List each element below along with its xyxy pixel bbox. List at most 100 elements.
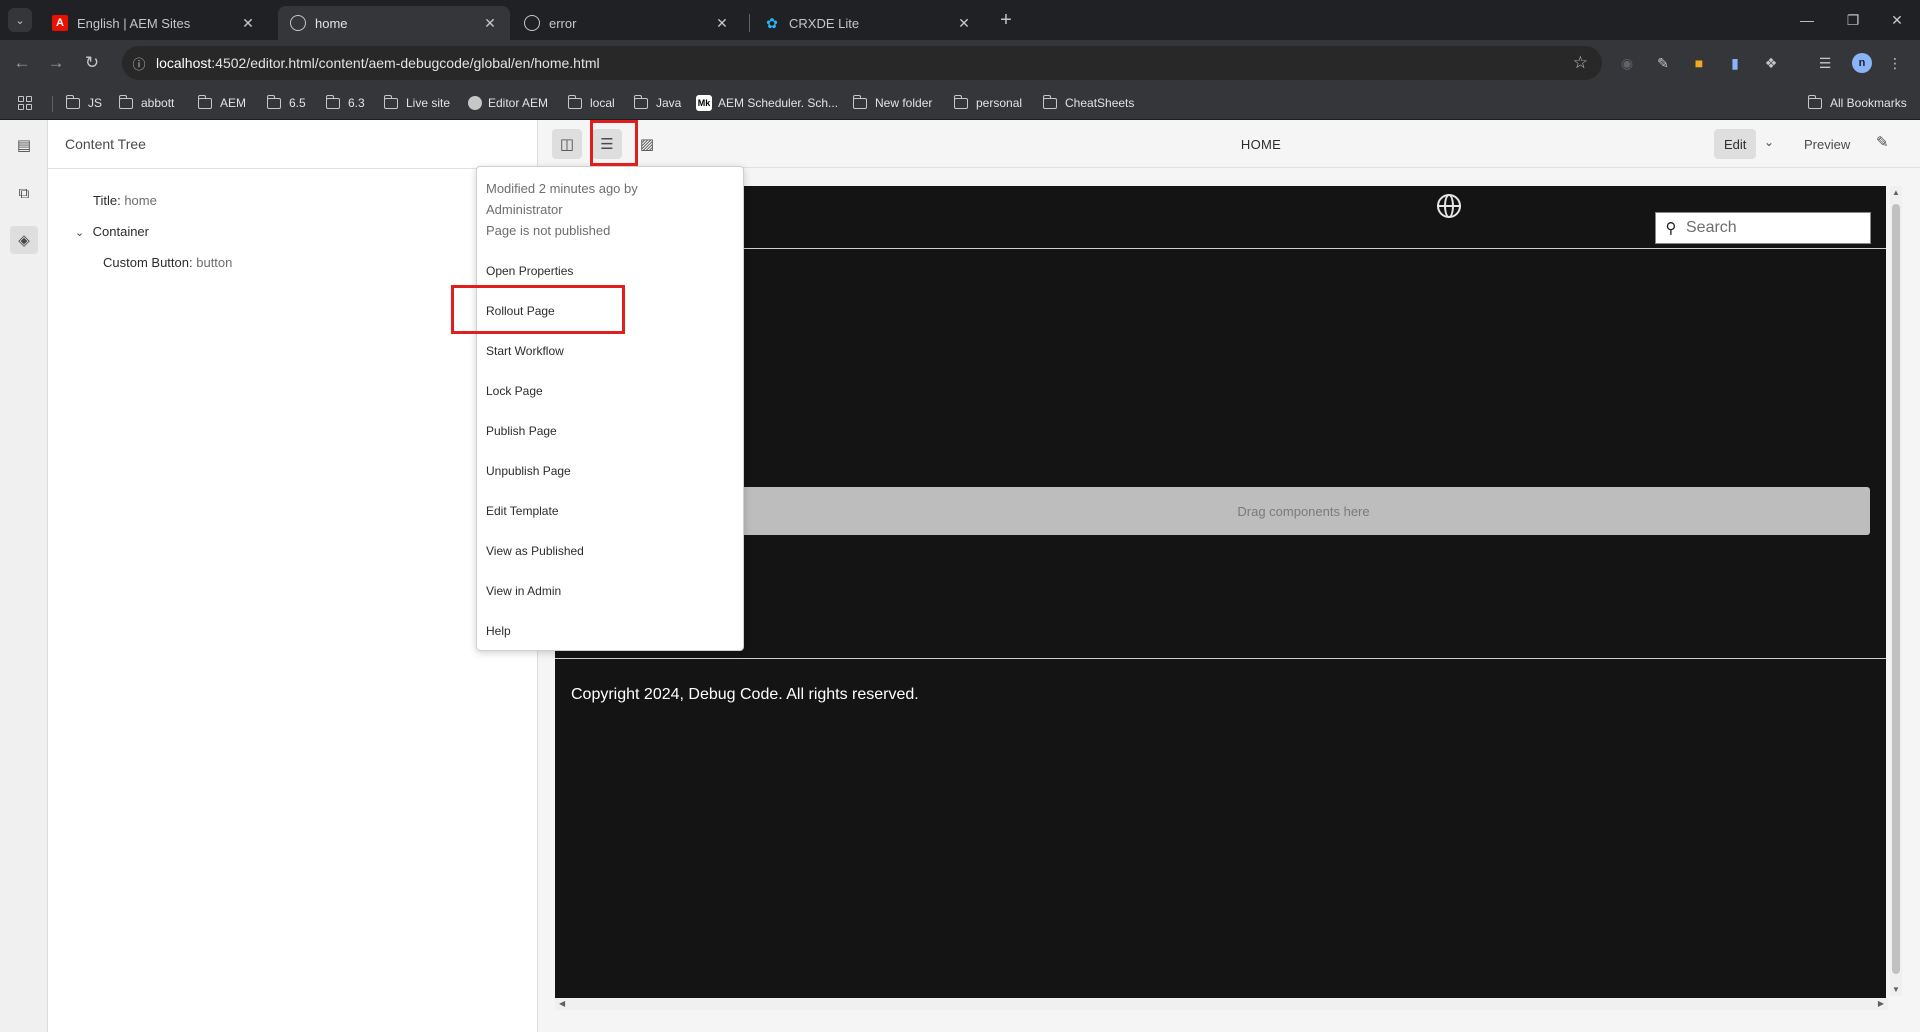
close-icon[interactable]: ✕ — [956, 15, 972, 32]
folder-icon — [266, 94, 281, 109]
components-icon[interactable]: ⧉ — [10, 179, 38, 207]
extension-doc-icon[interactable]: ▮ — [1725, 53, 1745, 73]
minimize-button[interactable]: — — [1784, 0, 1830, 40]
bookmark-folder-personal[interactable]: personal — [953, 93, 1023, 113]
canvas-vertical-scrollbar[interactable]: ▲ ▼ — [1890, 186, 1902, 996]
panel-title: Content Tree — [65, 136, 146, 152]
all-bookmarks[interactable]: All Bookmarks — [1807, 93, 1907, 113]
tree-value: button — [196, 255, 233, 270]
address-bar[interactable]: ⓘ localhost:4502/editor.html/content/aem… — [122, 46, 1602, 80]
menu-item-start-workflow[interactable]: Start Workflow — [486, 344, 564, 358]
tree-item-container[interactable]: ⌄ Container — [75, 224, 149, 239]
extension-badge-icon[interactable]: ■ — [1689, 53, 1709, 73]
bookmark-folder-new-folder[interactable]: New folder — [852, 93, 932, 113]
folder-icon — [65, 94, 80, 109]
profile-avatar[interactable]: n — [1852, 53, 1872, 73]
menu-item-open-properties[interactable]: Open Properties — [486, 264, 573, 278]
bookmark-folder-live-site[interactable]: Live site — [383, 93, 450, 113]
content-tree-icon[interactable]: ◈ — [10, 226, 38, 254]
chevron-down-icon[interactable]: ⌄ — [75, 226, 89, 239]
bookmark-star-icon[interactable]: ☆ — [1573, 53, 1588, 73]
bookmark-folder-local[interactable]: local — [567, 93, 615, 113]
more-menu-icon[interactable]: ⋮ — [1885, 53, 1905, 73]
tab-search-button[interactable]: ⌄ — [8, 8, 32, 32]
editor-toolbar: ◫ ☰ ▨ HOME Edit ⌄ Preview ✎ — [538, 120, 1920, 168]
bookmark-folder-cheatsheets[interactable]: CheatSheets — [1042, 93, 1135, 113]
globe-icon[interactable] — [1437, 194, 1461, 218]
eyedropper-icon[interactable]: ✎ — [1653, 53, 1673, 73]
edit-mode-button[interactable]: Edit — [1714, 129, 1757, 159]
menu-item-view-in-admin[interactable]: View in Admin — [486, 584, 561, 598]
assets-icon[interactable]: ▤ — [10, 131, 38, 159]
close-icon[interactable]: ✕ — [714, 15, 730, 32]
bookmark-folder-65[interactable]: 6.5 — [266, 93, 306, 113]
menu-item-unpublish-page[interactable]: Unpublish Page — [486, 464, 571, 478]
media-controls-icon[interactable]: ☰ — [1815, 53, 1835, 73]
scroll-right-icon[interactable]: ▶ — [1878, 999, 1884, 1008]
globe-icon — [290, 15, 306, 31]
bookmark-folder-abbott[interactable]: abbott — [118, 93, 174, 113]
mk-icon: Mk — [696, 95, 712, 111]
bookmark-editor-aem[interactable]: Editor AEM — [468, 93, 548, 113]
tab-aem-sites[interactable]: A English | AEM Sites ✕ — [40, 6, 268, 40]
canvas-horizontal-scrollbar[interactable]: ◀ ▶ — [555, 998, 1888, 1010]
bookmark-folder-java[interactable]: Java — [633, 93, 682, 113]
scroll-up-icon[interactable]: ▲ — [1891, 188, 1901, 197]
tab-error[interactable]: error ✕ — [512, 6, 742, 40]
bookmark-folder-63[interactable]: 6.3 — [325, 93, 365, 113]
site-info-icon[interactable]: ⓘ — [122, 54, 156, 73]
tab-home[interactable]: home ✕ — [278, 6, 510, 40]
menu-item-publish-page[interactable]: Publish Page — [486, 424, 557, 438]
forward-button[interactable]: → — [42, 49, 70, 77]
bookmark-label: Java — [656, 96, 682, 110]
bookmark-label: All Bookmarks — [1830, 96, 1907, 110]
menu-item-help[interactable]: Help — [486, 624, 511, 638]
tab-title: home — [315, 15, 348, 31]
bookmark-label: Editor AEM — [488, 96, 549, 110]
scroll-left-icon[interactable]: ◀ — [559, 999, 565, 1008]
menu-item-lock-page[interactable]: Lock Page — [486, 384, 543, 398]
tree-item-custom-button[interactable]: Custom Button: button — [103, 255, 232, 270]
folder-icon — [325, 94, 340, 109]
scrollbar-thumb[interactable] — [1892, 204, 1900, 974]
back-button[interactable]: ← — [8, 49, 36, 77]
bookmark-folder-aem[interactable]: AEM — [197, 93, 247, 113]
publish-status: Page is not published — [486, 223, 611, 238]
tab-crxde[interactable]: ✿ CRXDE Lite ✕ — [752, 6, 984, 40]
bookmark-aem-scheduler[interactable]: Mk AEM Scheduler. Sch... — [696, 93, 838, 113]
tree-item-page-title[interactable]: Title: home — [93, 193, 157, 208]
folder-icon — [1807, 94, 1822, 109]
panel-divider — [48, 168, 538, 169]
close-icon[interactable]: ✕ — [482, 15, 498, 32]
menu-item-view-as-published[interactable]: View as Published — [486, 544, 584, 558]
toggle-side-panel-icon[interactable]: ◫ — [552, 129, 582, 159]
drag-components-placeholder[interactable]: Drag components here — [737, 487, 1870, 535]
reload-button[interactable]: ↻ — [78, 49, 106, 77]
page-information-menu: Modified 2 minutes ago by Administrator … — [476, 166, 744, 651]
scroll-down-icon[interactable]: ▼ — [1891, 985, 1901, 994]
bookmark-label: CheatSheets — [1065, 96, 1135, 110]
chevron-down-icon[interactable]: ⌄ — [1764, 135, 1774, 149]
globe-icon — [468, 96, 482, 110]
bookmark-label: personal — [976, 96, 1023, 110]
bookmarks-bar: JS abbott AEM 6.5 6.3 Live site Editor A… — [0, 86, 1920, 120]
bookmark-label: 6.3 — [348, 96, 365, 110]
close-window-button[interactable]: ✕ — [1874, 0, 1920, 40]
bookmark-label: AEM — [220, 96, 247, 110]
bookmark-folder-js[interactable]: JS — [65, 93, 102, 113]
annotations-icon[interactable]: ✎ — [1876, 133, 1889, 151]
restore-button[interactable]: ❐ — [1830, 0, 1876, 40]
preview-button[interactable]: Preview — [1804, 137, 1850, 152]
extensions-puzzle-icon[interactable]: ❖ — [1761, 53, 1781, 73]
close-icon[interactable]: ✕ — [240, 15, 256, 32]
folder-icon — [567, 94, 582, 109]
content-tree-panel: Content Tree Title: home ⌄ Container Cus… — [48, 120, 538, 1032]
author-text: Administrator — [486, 202, 563, 217]
new-tab-button[interactable]: + — [994, 8, 1018, 32]
crx-icon: ✿ — [766, 14, 778, 31]
apps-grid-icon[interactable] — [18, 96, 32, 110]
menu-item-edit-template[interactable]: Edit Template — [486, 504, 559, 518]
extension-icon[interactable]: ◉ — [1617, 53, 1637, 73]
search-input[interactable]: ⚲ Search — [1655, 212, 1871, 244]
browser-tab-bar: ⌄ A English | AEM Sites ✕ home ✕ error ✕… — [0, 0, 1920, 40]
